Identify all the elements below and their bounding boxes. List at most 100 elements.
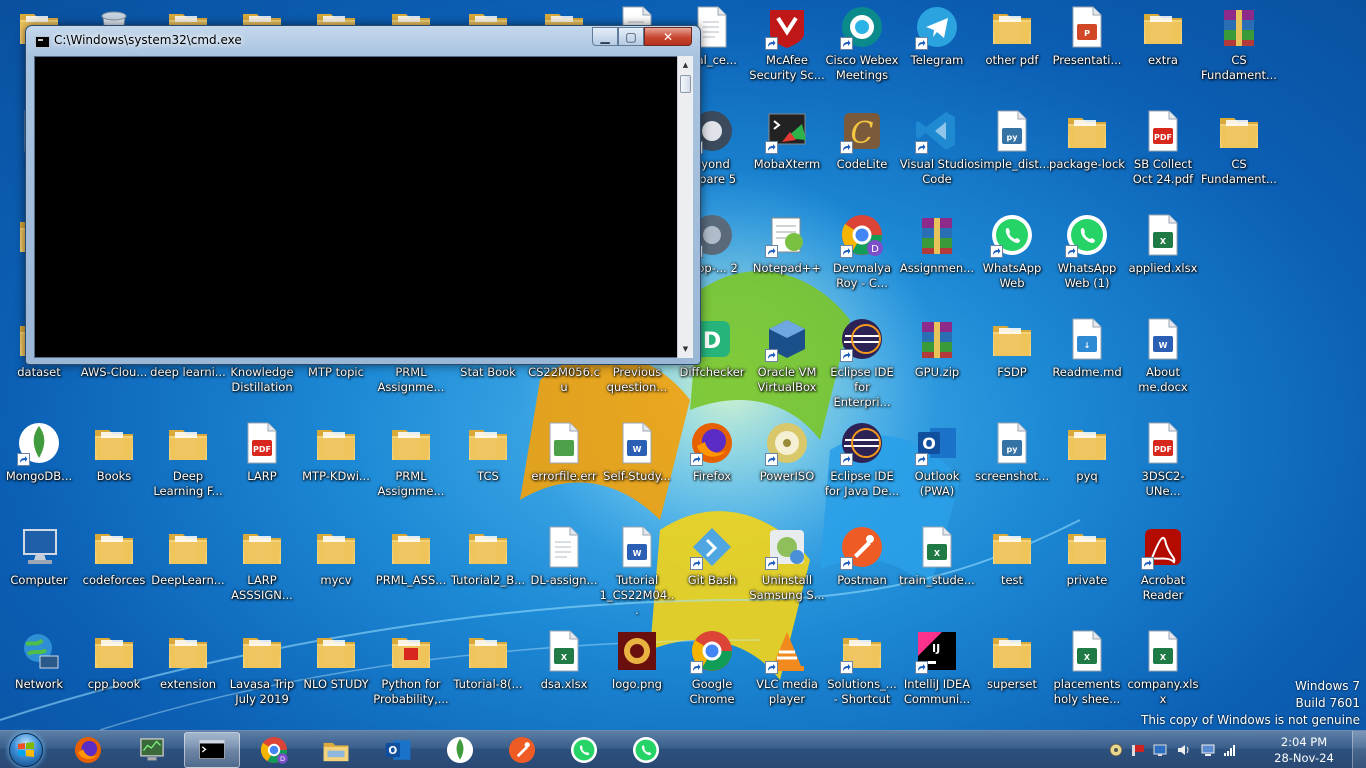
desktop-item-vlc-media-player[interactable]: VLC media player	[748, 624, 826, 724]
taskbar-explorer-button[interactable]	[308, 732, 364, 768]
desktop-item-whatsapp-web[interactable]: WhatsApp Web	[973, 208, 1051, 308]
desktop-item-git-bash[interactable]: Git Bash	[673, 520, 751, 620]
desktop-item-google-chrome[interactable]: Google Chrome	[673, 624, 751, 724]
desktop-item-simple-dist[interactable]: py simple_dist...	[973, 104, 1051, 204]
desktop-item-whatsapp-web-1[interactable]: WhatsApp Web (1)	[1048, 208, 1126, 308]
display-icon[interactable]	[1200, 742, 1216, 758]
desktop-item-notepad[interactable]: Notepad++	[748, 208, 826, 308]
desktop-item-presentati[interactable]: P Presentati...	[1048, 0, 1126, 100]
desktop-item-nlo-study[interactable]: NLO STUDY	[297, 624, 375, 724]
desktop-item-readme-md[interactable]: ↓ Readme.md	[1048, 312, 1126, 412]
cd-drive-icon[interactable]	[1108, 742, 1124, 758]
desktop-item-larp[interactable]: PDF LARP	[223, 416, 301, 516]
desktop-item-sb-collect-oct-24-pdf[interactable]: PDF SB Collect Oct 24.pdf	[1124, 104, 1202, 204]
desktop-item-prml-ass[interactable]: PRML_ASS...	[372, 520, 450, 620]
flag-icon[interactable]	[1130, 742, 1146, 758]
desktop-item-placements-holy-shee[interactable]: Xplacements holy shee...	[1048, 624, 1126, 724]
desktop-item-test[interactable]: test	[973, 520, 1051, 620]
desktop-item-pyq[interactable]: pyq	[1048, 416, 1126, 516]
desktop-item-gpu-zip[interactable]: GPU.zip	[898, 312, 976, 412]
desktop-item-deeplearn[interactable]: DeepLearn...	[149, 520, 227, 620]
desktop-item-postman[interactable]: Postman	[823, 520, 901, 620]
desktop-item-firefox[interactable]: Firefox	[673, 416, 751, 516]
desktop-item-cs-fundament[interactable]: CS Fundament...	[1200, 0, 1278, 100]
desktop-item-cs-fundament[interactable]: CS Fundament...	[1200, 104, 1278, 204]
taskbar-task-manager-button[interactable]	[124, 732, 180, 768]
taskbar-whatsapp-button[interactable]	[556, 732, 612, 768]
desktop-item-deep-learning-f[interactable]: Deep Learning F...	[149, 416, 227, 516]
desktop-item-private[interactable]: private	[1048, 520, 1126, 620]
desktop-item-oracle-vm-virtualbox[interactable]: Oracle VM VirtualBox	[748, 312, 826, 412]
desktop-item-dsa-xlsx[interactable]: Xdsa.xlsx	[525, 624, 603, 724]
desktop-item-books[interactable]: Books	[75, 416, 153, 516]
desktop-item-computer[interactable]: Computer	[0, 520, 78, 620]
scroll-down-arrow-icon[interactable]: ▼	[678, 341, 693, 357]
desktop-item-mcafee-security-sc[interactable]: McAfee Security Sc...	[748, 0, 826, 100]
desktop-item-cpp-book[interactable]: cpp book	[75, 624, 153, 724]
desktop-item-superset[interactable]: superset	[973, 624, 1051, 724]
taskbar-outlook-button[interactable]: O	[370, 732, 426, 768]
desktop-item-extra[interactable]: extra	[1124, 0, 1202, 100]
desktop-item-mycv[interactable]: mycv	[297, 520, 375, 620]
vertical-scrollbar[interactable]: ▲ ▼	[677, 56, 693, 358]
maximize-button[interactable]: ▢	[618, 27, 644, 46]
volume-icon[interactable]	[1176, 742, 1192, 758]
taskbar-chrome-button[interactable]: D	[246, 732, 302, 768]
desktop-item-poweriso[interactable]: PowerISO	[748, 416, 826, 516]
scroll-up-arrow-icon[interactable]: ▲	[678, 57, 693, 73]
desktop-item-network[interactable]: Network	[0, 624, 78, 724]
taskbar-firefox-button[interactable]	[60, 732, 116, 768]
desktop-item-tutorial-1-cs22m04[interactable]: W Tutorial 1_CS22M04...	[598, 520, 676, 620]
start-button[interactable]	[4, 732, 48, 768]
desktop-item-dl-assign[interactable]: DL-assign...	[525, 520, 603, 620]
show-desktop-button[interactable]	[1352, 731, 1366, 768]
desktop-item-train-stude[interactable]: Xtrain_stude...	[898, 520, 976, 620]
desktop-item-cisco-webex-meetings[interactable]: Cisco Webex Meetings	[823, 0, 901, 100]
desktop-item-mtp-kdwi[interactable]: MTP-KDwi...	[297, 416, 375, 516]
desktop-item-tcs[interactable]: TCS	[449, 416, 527, 516]
desktop-item-self-study[interactable]: W Self-Study...	[598, 416, 676, 516]
clock[interactable]: 2:04 PM 28-Nov-24	[1266, 734, 1342, 766]
minimize-button[interactable]: ▁	[592, 27, 618, 46]
desktop-item-solutions-shortcut[interactable]: Solutions_... - Shortcut	[823, 624, 901, 724]
scroll-thumb[interactable]	[680, 75, 691, 93]
desktop-item-python-for-probability[interactable]: Python for Probability,...	[372, 624, 450, 724]
desktop-item-eclipse-ide-for-java-de[interactable]: Eclipse IDE for Java De...	[823, 416, 901, 516]
taskbar-whatsapp-2-button[interactable]	[618, 732, 674, 768]
desktop-item-other-pdf[interactable]: other pdf	[973, 0, 1051, 100]
desktop-item-lavasa-trip-july-2019[interactable]: Lavasa Trip July 2019	[223, 624, 301, 724]
desktop-item-package-lock[interactable]: package-lock	[1048, 104, 1126, 204]
desktop-item-codelite[interactable]: C CodeLite	[823, 104, 901, 204]
close-button[interactable]: ✕	[644, 27, 692, 46]
desktop-item-tutorial-8[interactable]: Tutorial-8(...	[449, 624, 527, 724]
desktop-item-outlook-pwa[interactable]: O Outlook (PWA)	[898, 416, 976, 516]
desktop-item-about-me-docx[interactable]: W About me.docx	[1124, 312, 1202, 412]
desktop-item-extension[interactable]: extension	[149, 624, 227, 724]
desktop-item-screenshot[interactable]: py screenshot...	[973, 416, 1051, 516]
console-output[interactable]	[34, 56, 685, 358]
desktop-item-errorfile-err[interactable]: errorfile.err	[525, 416, 603, 516]
desktop-item-uninstall-samsung-s[interactable]: Uninstall Samsung S...	[748, 520, 826, 620]
desktop-item-mongodb[interactable]: MongoDB...	[0, 416, 78, 516]
cmd-window[interactable]: C:\Windows\system32\cmd.exe ▁ ▢ ✕ ▲ ▼	[25, 25, 701, 365]
desktop-item-applied-xlsx[interactable]: Xapplied.xlsx	[1124, 208, 1202, 308]
desktop-item-assignmen[interactable]: Assignmen...	[898, 208, 976, 308]
taskbar-postman-button[interactable]	[494, 732, 550, 768]
desktop-item-visual-studio-code[interactable]: Visual Studio Code	[898, 104, 976, 204]
network-tray-icon[interactable]	[1152, 742, 1168, 758]
desktop-item-mobaxterm[interactable]: MobaXterm	[748, 104, 826, 204]
desktop-item-prml-assignme[interactable]: PRML Assignme...	[372, 416, 450, 516]
desktop-item-fsdp[interactable]: FSDP	[973, 312, 1051, 412]
desktop-item-devmalya-roy-c[interactable]: D Devmalya Roy - C...	[823, 208, 901, 308]
desktop-item-3dsc2-une[interactable]: PDF 3DSC2-UNe...	[1124, 416, 1202, 516]
desktop-item-telegram[interactable]: Telegram	[898, 0, 976, 100]
taskbar-mongodb-button[interactable]	[432, 732, 488, 768]
desktop-item-eclipse-ide-for-enterpri[interactable]: Eclipse IDE for Enterpri...	[823, 312, 901, 412]
signal-icon[interactable]	[1222, 742, 1238, 758]
desktop-item-logo-png[interactable]: logo.png	[598, 624, 676, 724]
desktop-item-intellij-idea-communi[interactable]: IJ IntelliJ IDEA Communi...	[898, 624, 976, 724]
desktop-item-larp-asssign[interactable]: LARP ASSSIGN...	[223, 520, 301, 620]
desktop-item-acrobat-reader[interactable]: Acrobat Reader	[1124, 520, 1202, 620]
desktop-item-tutorial2-b[interactable]: Tutorial2_B...	[449, 520, 527, 620]
desktop-item-codeforces[interactable]: codeforces	[75, 520, 153, 620]
